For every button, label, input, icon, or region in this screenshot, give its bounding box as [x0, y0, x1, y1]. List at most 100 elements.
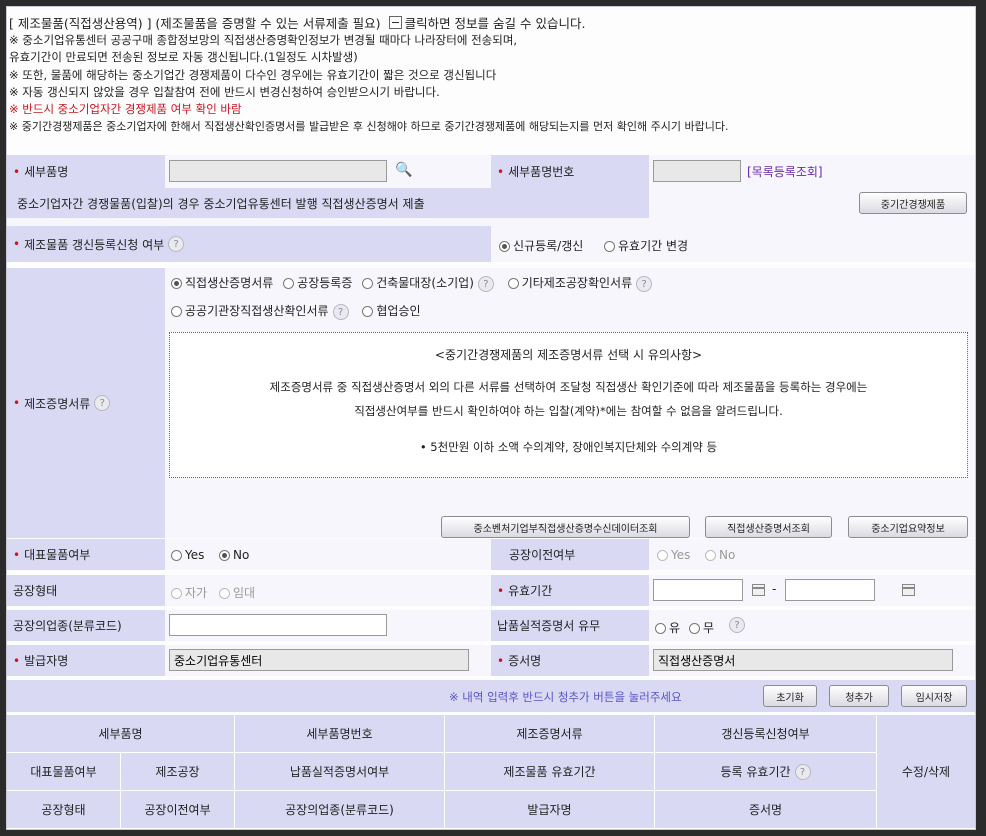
proof-label: 제조증명서류?: [7, 268, 165, 538]
caution-text: 제조증명서류 중 직접생산증명서 외의 다른 서류를 선택하여 조달청 직접생산…: [269, 380, 868, 394]
add-row-button[interactable]: 청추가: [829, 685, 889, 707]
direct-cert-lookup-button[interactable]: 직접생산증명서조회: [705, 516, 832, 538]
temp-save-button[interactable]: 임시저장: [901, 685, 967, 707]
industry-cell: [165, 610, 491, 641]
delivery-no[interactable]: 무: [689, 619, 714, 636]
help-icon[interactable]: ?: [729, 617, 745, 633]
detail-name-input[interactable]: [169, 160, 387, 182]
cert-cell: [649, 645, 975, 676]
detail-no-input[interactable]: [653, 160, 741, 182]
rep-yes[interactable]: Yes: [171, 548, 204, 562]
cert-input[interactable]: [653, 649, 953, 671]
proof-option-collab[interactable]: 협업승인: [362, 304, 421, 318]
detail-name-label: 세부품명: [7, 155, 165, 188]
table-header-cell: 공장의업종(분류코드): [235, 791, 445, 829]
valid-cell: -: [649, 575, 975, 606]
proof-option-direct[interactable]: 직접생산증명서류: [171, 276, 273, 290]
delivery-yes[interactable]: 유: [655, 619, 680, 636]
issuer-input[interactable]: [169, 649, 469, 671]
table-header-edit: 수정/삭제: [877, 715, 975, 829]
renew-option-change[interactable]: 유효기간 변경: [604, 237, 688, 254]
collapse-toggle-icon[interactable]: [388, 16, 402, 29]
factory-rent[interactable]: 임대: [219, 584, 255, 601]
radio-icon[interactable]: [689, 623, 700, 634]
calendar-icon[interactable]: [901, 584, 915, 596]
industry-label: 공장의업종(분류코드): [7, 610, 165, 641]
notice-line: ※ 또한, 물품에 해당하는 중소기업간 경쟁제품이 다수인 경우에는 유효기간…: [9, 67, 497, 82]
caution-box: <중기간경쟁제품의 제조증명서류 선택 시 유의사항> 제조증명서류 중 직접생…: [169, 332, 968, 478]
sme-product-button[interactable]: 중기간경쟁제품: [859, 192, 967, 214]
radio-icon[interactable]: [283, 278, 295, 289]
radio-icon[interactable]: [499, 241, 510, 252]
help-icon[interactable]: ?: [636, 275, 653, 292]
industry-input[interactable]: [169, 614, 387, 636]
action-note: ※ 내역 입력후 반드시 청추가 버튼을 눌러주세요: [449, 690, 682, 704]
notice-title: [ 제조물품(직접생산용역) ] (제조물품을 증명할 수 있는 서류제출 필요…: [9, 16, 381, 31]
renew-options: 신규등록/갱신 유효기간 변경: [491, 226, 975, 262]
table-header-cell: 갱신등록신청여부: [655, 715, 877, 753]
sme-data-lookup-button[interactable]: 중소벤처기업부직접생산증명수신데이터조회: [441, 516, 690, 538]
calendar-icon[interactable]: [752, 584, 765, 596]
caution-title: <중기간경쟁제품의 제조증명서류 선택 시 유의사항>: [434, 348, 703, 362]
proof-option-public[interactable]: 공공기관장직접생산확인서류: [171, 304, 329, 318]
proof-option-building[interactable]: 건축물대장(소기업): [362, 276, 474, 290]
radio-icon[interactable]: [705, 550, 716, 561]
rep-no[interactable]: No: [219, 548, 249, 562]
notice-warning: ※ 반드시 중소기업자간 경쟁제품 여부 확인 바람: [9, 102, 242, 117]
table-header-cell: 등록 유효기간?: [655, 753, 877, 791]
table-header-cell: 공장이전여부: [121, 791, 235, 829]
help-icon[interactable]: ?: [794, 763, 811, 780]
list-lookup-link[interactable]: [목록등록조회]: [747, 163, 823, 180]
rep-options: Yes No: [165, 539, 491, 570]
issuer-cell: [165, 645, 491, 676]
radio-icon[interactable]: [362, 306, 374, 317]
sme-notice: 중소기업자간 경쟁물품(입찰)의 경우 중소기업유통센터 발행 직접생산증명서 …: [7, 188, 649, 218]
issuer-label: 발급자명: [7, 645, 165, 676]
help-icon[interactable]: ?: [477, 275, 494, 292]
table-header-cell: 제조증명서류: [445, 715, 655, 753]
help-icon[interactable]: ?: [332, 303, 349, 320]
radio-icon[interactable]: [171, 550, 182, 561]
factory-type-options: 자가 임대: [165, 575, 491, 606]
renew-option-new[interactable]: 신규등록/갱신: [499, 237, 583, 254]
notice-line: ※ 자동 갱신되지 않았을 경우 입찰참여 전에 반드시 변경신청하여 승인받으…: [9, 84, 440, 99]
radio-icon[interactable]: [219, 588, 230, 599]
factory-type-label: 공장형태: [7, 575, 165, 606]
table-header-cell: 대표물품여부: [7, 753, 121, 791]
radio-icon[interactable]: [171, 306, 182, 317]
factory-own[interactable]: 자가: [171, 584, 207, 601]
radio-icon[interactable]: [655, 623, 666, 634]
search-icon[interactable]: 🔍: [395, 162, 412, 178]
reset-button[interactable]: 초기화: [763, 685, 817, 707]
notice-toggle-text[interactable]: 클릭하면 정보를 숨길 수 있습니다.: [405, 16, 586, 31]
move-yes[interactable]: Yes: [657, 548, 690, 562]
move-label: 공장이전여부: [491, 539, 649, 570]
valid-start-input[interactable]: [653, 579, 743, 601]
table-header-cell: 발급자명: [445, 791, 655, 829]
caution-text: 직접생산여부를 반드시 확인하여야 하는 입찰(계약)*에는 참여할 수 없음을…: [354, 404, 783, 418]
radio-icon[interactable]: [362, 278, 374, 289]
radio-icon[interactable]: [171, 588, 182, 599]
proof-option-factory-reg[interactable]: 공장등록증: [283, 276, 352, 290]
valid-end-input[interactable]: [785, 579, 875, 601]
table-header-cell: 납품실적증명서여부: [235, 753, 445, 791]
cert-label: 증서명: [491, 645, 649, 676]
radio-icon[interactable]: [171, 278, 182, 289]
sme-summary-button[interactable]: 중소기업요약정보: [848, 516, 968, 538]
radio-icon[interactable]: [219, 550, 230, 561]
detail-no-label: 세부품명번호: [491, 155, 649, 188]
table-header-cell: 공장형태: [7, 791, 121, 829]
help-icon[interactable]: ?: [94, 395, 111, 411]
caution-bullet: • 5천만원 이하 소액 수의계약, 장애인복지단체와 수의계약 등: [419, 440, 718, 454]
move-no[interactable]: No: [705, 548, 735, 562]
proof-option-other[interactable]: 기타제조공장확인서류: [507, 276, 632, 290]
radio-icon[interactable]: [604, 241, 615, 252]
sme-button-cell: 중기간경쟁제품: [649, 188, 975, 218]
delivery-label: 납품실적증명서 유무: [491, 610, 649, 641]
detail-name-cell: 🔍: [165, 155, 491, 188]
radio-icon[interactable]: [507, 278, 519, 289]
form-panel: [ 제조물품(직접생산용역) ] (제조물품을 증명할 수 있는 서류제출 필요…: [6, 6, 976, 830]
radio-icon[interactable]: [657, 550, 668, 561]
table-header-cell: 제조공장: [121, 753, 235, 791]
help-icon[interactable]: ?: [168, 236, 185, 252]
